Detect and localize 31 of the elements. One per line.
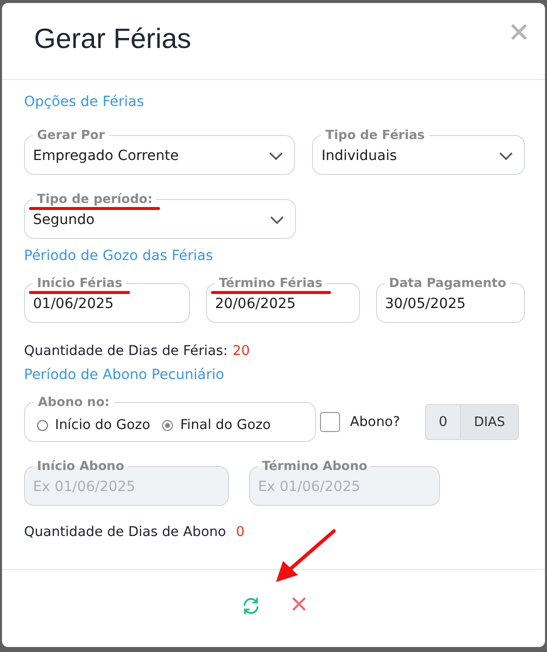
dialog-title: Gerar Férias xyxy=(34,23,192,56)
radio-button[interactable] xyxy=(37,420,48,430)
select-field[interactable]: Tipo de período: Segundo xyxy=(24,191,296,239)
date-field[interactable]: Data Pagamento 30/05/2025 xyxy=(376,275,525,323)
unit-label: DIAS xyxy=(461,404,519,440)
number-field[interactable]: 0 xyxy=(425,404,461,440)
close-icon xyxy=(511,24,527,40)
day-count: 0 xyxy=(236,524,245,540)
radio-option[interactable]: Início do Gozo xyxy=(37,417,150,433)
chevron-down-icon xyxy=(499,152,513,160)
refresh-icon xyxy=(240,596,260,616)
chevron-down-icon xyxy=(270,216,284,224)
checkbox[interactable] xyxy=(320,412,340,432)
radio-button[interactable] xyxy=(162,420,174,430)
summary-label: Quantidade de Dias de Abono xyxy=(24,524,226,540)
checkbox-option[interactable]: Abono? xyxy=(320,412,425,432)
field-label: Tipo de Férias xyxy=(321,127,429,143)
summary-label: Quantidade de Dias de Férias: xyxy=(24,343,228,359)
date-field[interactable]: Início Férias 01/06/2025 xyxy=(24,275,190,323)
field-label: Data Pagamento xyxy=(385,275,510,291)
radio-option[interactable]: Final do Gozo xyxy=(162,417,271,433)
day-count: 20 xyxy=(232,343,250,359)
date-field[interactable]: Término Férias 20/06/2025 xyxy=(206,275,360,323)
close-icon xyxy=(290,596,306,612)
section-heading: Período de Abono Pecuniário xyxy=(24,367,226,385)
section-heading: Périodo de Gozo das Férias xyxy=(24,248,214,266)
select-field[interactable]: Gerar Por Empregado Corrente xyxy=(24,127,296,175)
close-button[interactable] xyxy=(511,24,527,40)
select-field[interactable]: Tipo de Férias Individuais xyxy=(312,127,525,175)
section-heading: Opções de Férias xyxy=(24,94,145,112)
chevron-down-icon xyxy=(269,152,284,160)
